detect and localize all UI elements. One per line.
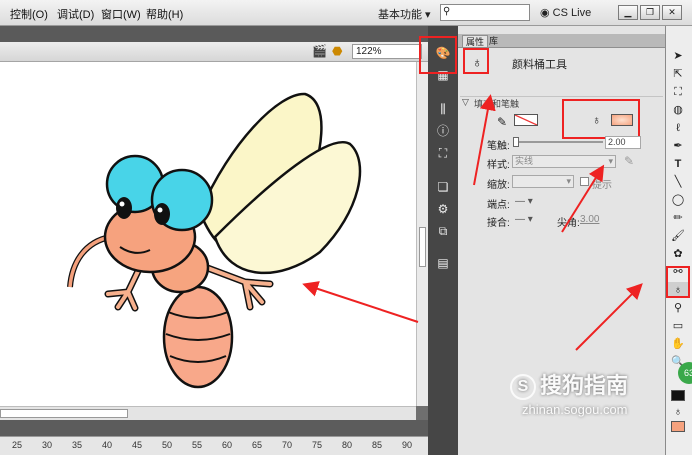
watermark-url: zhinan.sogou.com bbox=[522, 402, 628, 417]
watermark-text: S 搜狗指南 bbox=[510, 368, 629, 401]
sogou-logo-icon: S bbox=[510, 374, 536, 401]
watermark-label: 搜狗指南 bbox=[540, 373, 629, 398]
